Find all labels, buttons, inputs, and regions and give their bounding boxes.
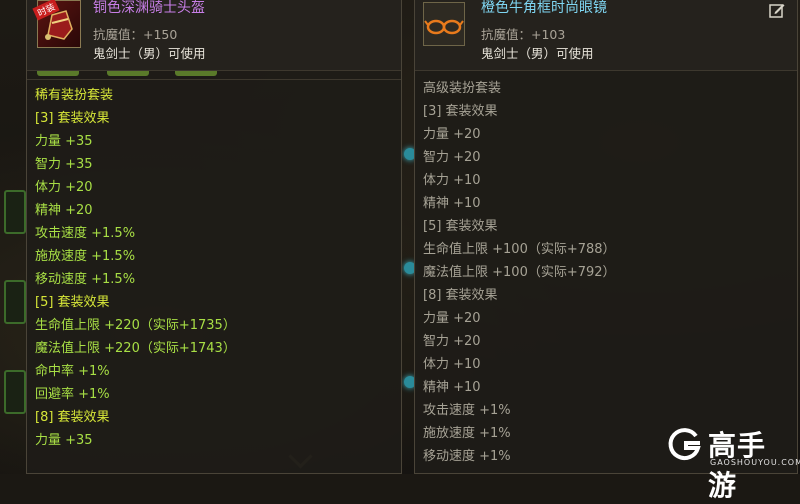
background-slot — [4, 370, 26, 414]
glasses-item-icon — [423, 2, 465, 46]
set-effect-line: 回避率 +1% — [35, 387, 110, 402]
helmet-item-icon: 时装 — [32, 0, 81, 48]
right-item-tooltip: 橙色牛角框时尚眼镜 抗魔值：+103 鬼剑士（男）可使用 高级装扮套装 [3] … — [414, 0, 798, 474]
set-effect-header: [5] 套装效果 — [423, 219, 498, 234]
set-effect-line: 精神 +20 — [35, 203, 93, 218]
set-effect-line: 智力 +20 — [423, 150, 481, 165]
glasses-icon — [424, 19, 464, 35]
set-effect-line: 魔法值上限 +100（实际+792） — [423, 265, 616, 280]
set-title: 高级装扮套装 — [423, 81, 502, 96]
set-effect-line: 施放速度 +1.5% — [35, 249, 136, 264]
set-effect-line: 体力 +20 — [35, 180, 93, 195]
set-effect-line: 攻击速度 +1% — [423, 403, 511, 418]
set-effect-line: 精神 +10 — [423, 196, 481, 211]
set-effects-list: 高级装扮套装 [3] 套装效果 力量 +20 智力 +20 体力 +10 精神 … — [415, 71, 797, 468]
set-effect-line: 力量 +35 — [35, 433, 93, 448]
watermark-domain: GAOSHOUYOU.COM — [710, 458, 800, 467]
set-effect-header: [8] 套装效果 — [423, 288, 498, 303]
usable-class: 鬼剑士（男）可使用 — [93, 46, 206, 61]
set-effect-line: 力量 +20 — [423, 311, 481, 326]
set-effect-header: [5] 套装效果 — [35, 295, 110, 310]
set-effect-line: 力量 +20 — [423, 127, 481, 142]
set-effect-line: 智力 +20 — [423, 334, 481, 349]
set-effect-line: 体力 +10 — [423, 173, 481, 188]
background-slot — [4, 190, 26, 234]
set-effect-line: 生命值上限 +100（实际+788） — [423, 242, 616, 257]
set-effects-list: 稀有装扮套装 [3] 套装效果 力量 +35 智力 +35 体力 +20 精神 … — [27, 80, 401, 452]
set-effect-line: 体力 +10 — [423, 357, 481, 372]
left-item-tooltip: 时装 铜色深渊骑士头盔 抗魔值：+150 鬼剑士（男）可使用 稀有装扮套装 [3… — [26, 0, 402, 474]
set-effect-line: 命中率 +1% — [35, 364, 110, 379]
usable-class: 鬼剑士（男）可使用 — [481, 46, 594, 61]
gaoshouyou-watermark: 高手游 GAOSHOUYOU.COM — [666, 422, 800, 502]
set-effect-line: 攻击速度 +1.5% — [35, 226, 136, 241]
item-name: 铜色深渊骑士头盔 — [93, 0, 205, 16]
set-slot-strip — [27, 71, 401, 80]
item-name: 橙色牛角框时尚眼镜 — [481, 0, 607, 16]
tooltip-header: 时装 铜色深渊骑士头盔 抗魔值：+150 鬼剑士（男）可使用 — [27, 0, 401, 71]
gaoshouyou-logo-icon — [668, 428, 701, 461]
set-effect-line: 移动速度 +1.5% — [35, 272, 136, 287]
set-effect-line: 精神 +10 — [423, 380, 481, 395]
background-slot — [4, 280, 26, 324]
edit-icon[interactable] — [769, 2, 785, 18]
set-effect-line: 生命值上限 +220（实际+1735） — [35, 318, 236, 333]
set-effect-line: 智力 +35 — [35, 157, 93, 172]
set-effect-line: 魔法值上限 +220（实际+1743） — [35, 341, 236, 356]
set-effect-header: [3] 套装效果 — [423, 104, 498, 119]
tooltip-header: 橙色牛角框时尚眼镜 抗魔值：+103 鬼剑士（男）可使用 — [415, 0, 797, 71]
set-title: 稀有装扮套装 — [35, 88, 114, 103]
set-effect-header: [8] 套装效果 — [35, 410, 110, 425]
magic-resist: 抗魔值：+103 — [481, 27, 566, 42]
set-effect-header: [3] 套装效果 — [35, 111, 110, 126]
set-effect-line: 力量 +35 — [35, 134, 93, 149]
magic-resist: 抗魔值：+150 — [93, 27, 178, 42]
